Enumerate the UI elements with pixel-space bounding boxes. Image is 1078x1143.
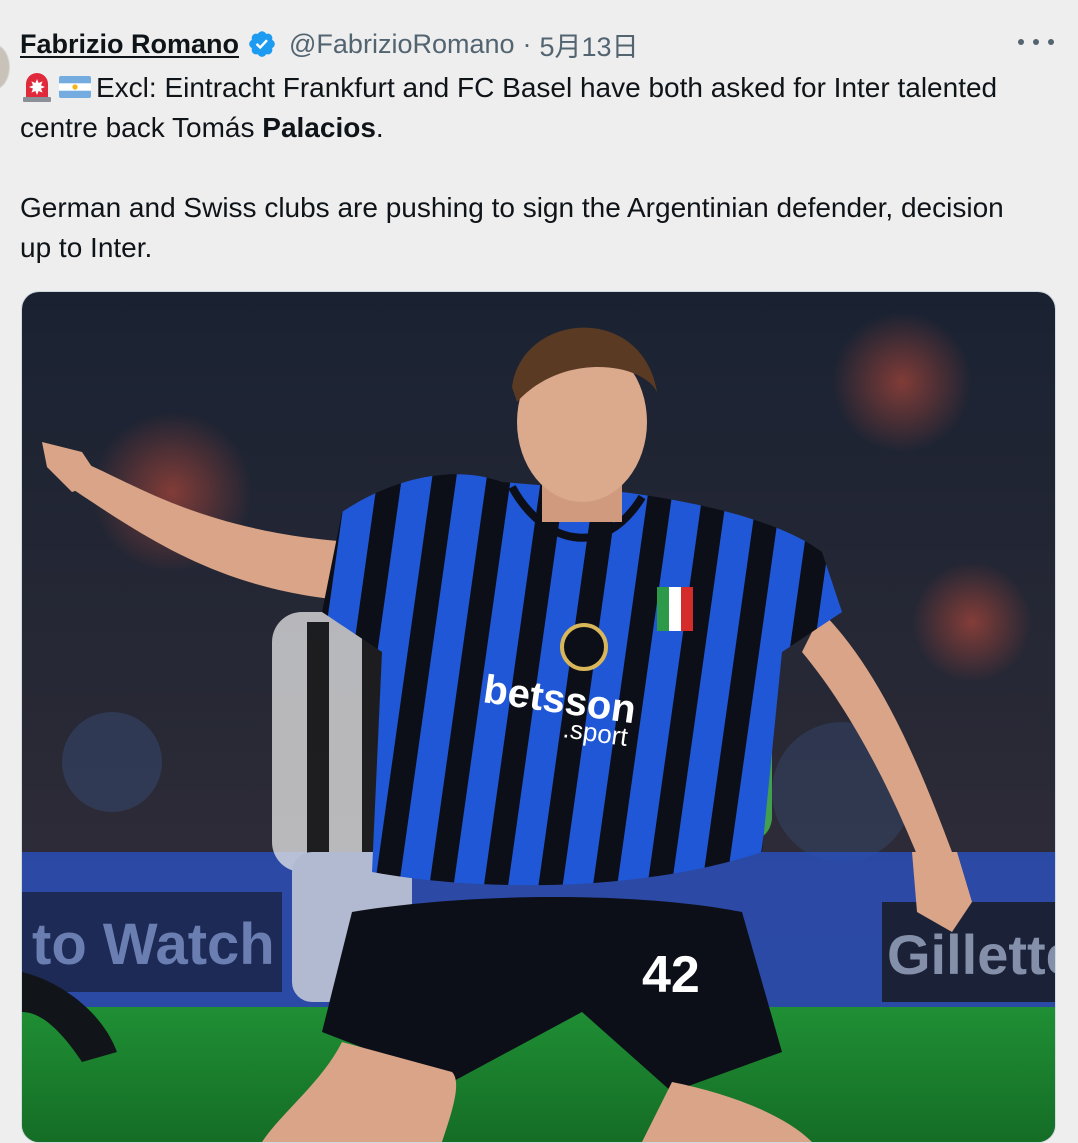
tweet-text-period: . bbox=[375, 112, 384, 143]
more-dot bbox=[1018, 39, 1024, 45]
board-left-text: to Watch bbox=[32, 912, 275, 977]
author-avatar[interactable] bbox=[0, 44, 10, 90]
tweet-header: Fabrizio Romano @FabrizioRomano · 5月13日 bbox=[20, 24, 639, 64]
tweet-text: Excl: Eintracht Frankfurt and FC Basel h… bbox=[20, 68, 1030, 268]
more-dot bbox=[1048, 39, 1054, 45]
shirt-number: 42 bbox=[642, 946, 700, 1004]
tweet-paragraph-1: Excl: Eintracht Frankfurt and FC Basel h… bbox=[20, 68, 1030, 148]
tweet-timestamp[interactable]: 5月13日 bbox=[540, 25, 639, 64]
siren-emoji-icon bbox=[20, 72, 54, 102]
player-name-bold: Palacios bbox=[262, 112, 376, 143]
separator-dot: · bbox=[522, 28, 532, 59]
tweet-text-part: Excl: Eintracht Frankfurt and FC Basel h… bbox=[20, 72, 998, 143]
tweet-paragraph-2: German and Swiss clubs are pushing to si… bbox=[20, 192, 1004, 263]
more-options-icon[interactable] bbox=[1018, 26, 1054, 58]
author-handle[interactable]: @FabrizioRomano bbox=[289, 29, 515, 60]
argentina-flag-icon bbox=[58, 72, 92, 102]
verified-badge-icon[interactable] bbox=[247, 29, 277, 59]
more-dot bbox=[1033, 39, 1039, 45]
author-name[interactable]: Fabrizio Romano bbox=[20, 29, 239, 60]
board-right-text: Gillette bbox=[887, 923, 1055, 986]
tweet-photo[interactable]: to Watch Gillette bbox=[21, 291, 1056, 1143]
